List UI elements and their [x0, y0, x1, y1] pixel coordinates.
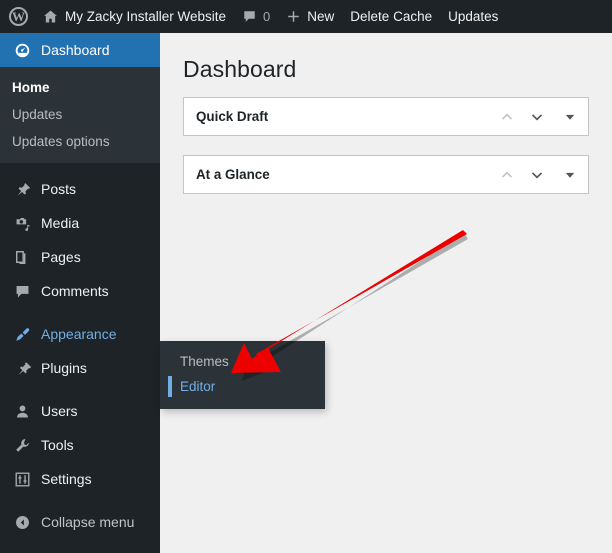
new-content-label: New: [307, 8, 335, 24]
move-up-button[interactable]: [492, 156, 522, 193]
page-title: Dashboard: [183, 56, 297, 82]
comments-menu-item[interactable]: 0: [234, 0, 278, 33]
sidebar-item-plugins[interactable]: Plugins: [0, 351, 160, 385]
sidebar-item-label: Comments: [41, 283, 109, 299]
move-up-button[interactable]: [492, 98, 522, 135]
pages-icon: [12, 247, 32, 267]
submenu-item-home[interactable]: Home: [0, 74, 160, 101]
comment-bubble-icon: [242, 9, 257, 24]
updates-label: Updates: [448, 8, 499, 24]
site-name-menu-item[interactable]: My Zacky Installer Website: [34, 0, 234, 33]
admin-sidebar-menu: Dashboard Home Updates Updates options P…: [0, 33, 168, 553]
sidebar-item-label: Posts: [41, 181, 77, 197]
media-camera-icon: [12, 213, 32, 233]
sidebar-item-pages[interactable]: Pages: [0, 240, 160, 274]
collapse-arrow-icon: [12, 512, 32, 532]
site-name-label: My Zacky Installer Website: [65, 8, 227, 24]
sidebar-item-collapse-menu[interactable]: Collapse menu: [0, 505, 160, 539]
appearance-flyout-menu: Themes Editor: [160, 341, 325, 409]
flyout-item-editor[interactable]: Editor: [160, 374, 325, 399]
sidebar-item-label: Media: [41, 215, 80, 231]
updates-menu-item[interactable]: Updates: [440, 0, 506, 33]
sidebar-item-appearance[interactable]: Appearance: [0, 317, 168, 351]
user-icon: [12, 401, 32, 421]
submenu-item-updates[interactable]: Updates: [0, 101, 160, 128]
sidebar-item-label: Collapse menu: [41, 514, 135, 530]
sidebar-item-label: Pages: [41, 249, 81, 265]
new-content-menu-item[interactable]: New: [278, 0, 342, 33]
postbox-quick-draft[interactable]: Quick Draft: [183, 97, 589, 136]
menu-separator: [0, 496, 160, 505]
comments-count: 0: [263, 9, 271, 24]
flyout-item-themes[interactable]: Themes: [160, 349, 325, 374]
sidebar-item-label: Settings: [41, 471, 92, 487]
sidebar-item-settings[interactable]: Settings: [0, 462, 160, 496]
wordpress-admin-screen: W My Zacky Installer Website 0 New Delet…: [0, 0, 612, 553]
sidebar-item-media[interactable]: Media: [0, 206, 160, 240]
plug-icon: [12, 358, 32, 378]
home-icon: [42, 8, 59, 25]
pin-icon: [12, 179, 32, 199]
toggle-panel-button[interactable]: [552, 98, 588, 135]
submenu-item-updates-options[interactable]: Updates options: [0, 128, 160, 155]
sidebar-item-posts[interactable]: Posts: [0, 172, 160, 206]
sidebar-item-label: Users: [41, 403, 78, 419]
postbox-title: At a Glance: [196, 167, 270, 182]
paint-brush-icon: [12, 324, 32, 344]
sidebar-item-comments[interactable]: Comments: [0, 274, 160, 308]
postbox-title: Quick Draft: [196, 109, 269, 124]
sidebar-item-label: Plugins: [41, 360, 87, 376]
dashboard-icon: [12, 40, 32, 60]
move-down-button[interactable]: [522, 98, 552, 135]
sidebar-item-label: Tools: [41, 437, 74, 453]
sliders-icon: [12, 469, 32, 489]
menu-separator: [0, 163, 160, 172]
comment-bubble-icon: [12, 281, 32, 301]
menu-separator: [0, 385, 160, 394]
delete-cache-label: Delete Cache: [350, 8, 433, 24]
wrench-icon: [12, 435, 32, 455]
postbox-at-a-glance[interactable]: At a Glance: [183, 155, 589, 194]
menu-separator: [0, 308, 160, 317]
move-down-button[interactable]: [522, 156, 552, 193]
wordpress-logo-icon: W: [9, 7, 28, 26]
wp-logo-menu-item[interactable]: W: [0, 0, 34, 33]
main-content-area: Dashboard Quick Draft At a Glance: [160, 33, 612, 553]
plus-icon: [286, 9, 301, 24]
dashboard-submenu: Home Updates Updates options: [0, 67, 160, 163]
sidebar-item-users[interactable]: Users: [0, 394, 160, 428]
sidebar-item-dashboard[interactable]: Dashboard: [0, 33, 168, 67]
toggle-panel-button[interactable]: [552, 156, 588, 193]
delete-cache-menu-item[interactable]: Delete Cache: [342, 0, 440, 33]
sidebar-item-label: Appearance: [41, 326, 117, 342]
sidebar-item-label: Dashboard: [41, 42, 110, 58]
sidebar-item-tools[interactable]: Tools: [0, 428, 160, 462]
admin-bar: W My Zacky Installer Website 0 New Delet…: [0, 0, 612, 33]
